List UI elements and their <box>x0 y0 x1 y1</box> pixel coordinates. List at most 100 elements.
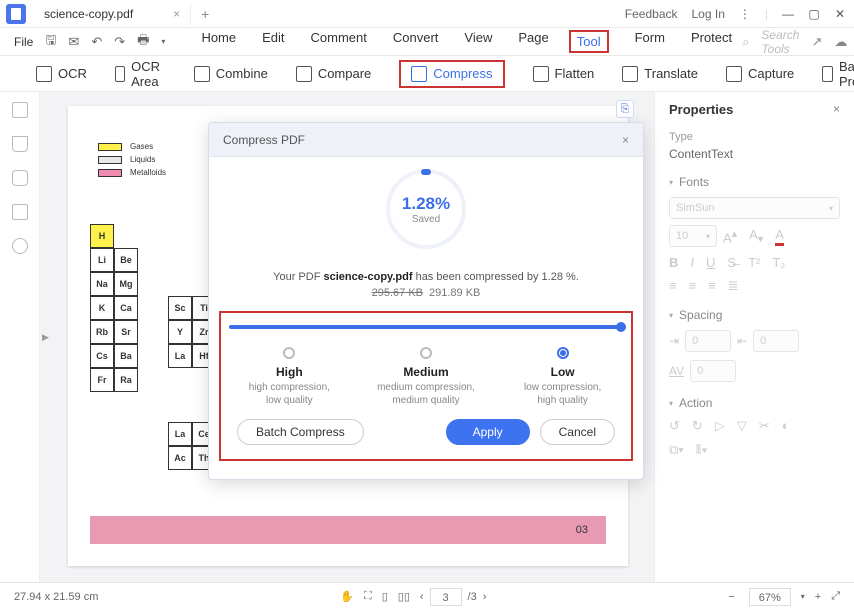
flip-v-icon[interactable]: ▽ <box>737 418 747 434</box>
font-size-select[interactable]: 10▾ <box>669 225 717 247</box>
close-panel-icon[interactable]: × <box>833 102 840 116</box>
compress-slider[interactable] <box>229 325 623 329</box>
bold-icon[interactable]: B <box>669 255 678 270</box>
fonts-section[interactable]: Fonts <box>669 175 840 189</box>
batch-process-button[interactable]: Batch Process <box>822 59 854 89</box>
bookmarks-icon[interactable] <box>12 136 28 152</box>
feedback-link[interactable]: Feedback <box>625 7 678 21</box>
single-page-icon[interactable]: ▯ <box>382 590 388 603</box>
maximize-icon[interactable]: ▢ <box>808 8 820 20</box>
thumbnails-icon[interactable] <box>12 102 28 118</box>
attachments-icon[interactable] <box>12 204 28 220</box>
menu-view[interactable]: View <box>464 30 492 53</box>
undo-icon[interactable]: ↶ <box>91 34 102 50</box>
zoom-in-icon[interactable]: + <box>815 591 821 603</box>
strike-icon[interactable]: S̶ <box>727 255 736 270</box>
menu-comment[interactable]: Comment <box>311 30 367 53</box>
zoom-out-icon[interactable]: − <box>728 591 734 603</box>
increase-font-icon[interactable]: A▴ <box>723 227 737 246</box>
menu-protect[interactable]: Protect <box>691 30 732 53</box>
legend: Gases Liquids Metalloids <box>98 142 166 181</box>
close-tab-icon[interactable]: × <box>173 7 180 21</box>
rotate-left-icon[interactable]: ↺ <box>669 418 680 434</box>
menu-page[interactable]: Page <box>518 30 548 53</box>
search-panel-icon[interactable] <box>12 238 28 254</box>
option-low[interactable]: Low low compression, high quality <box>498 347 628 407</box>
menu-tool[interactable]: Tool <box>569 30 609 53</box>
save-icon[interactable]: 🖫 <box>45 31 56 53</box>
minimize-icon[interactable]: — <box>782 8 794 20</box>
align-justify-icon[interactable]: ≣ <box>728 278 739 294</box>
continuous-icon[interactable]: ▯▯ <box>398 590 410 603</box>
action-section[interactable]: Action <box>669 396 840 410</box>
crop-icon[interactable]: ✂ <box>759 418 770 434</box>
char-spacing-input[interactable]: 0 <box>690 360 736 382</box>
search-icon[interactable]: ⌕ <box>742 34 749 50</box>
align-center-icon[interactable]: ≡ <box>689 278 697 294</box>
italic-icon[interactable]: I <box>690 255 694 270</box>
flatten-button[interactable]: Flatten <box>533 66 595 82</box>
arrange-icon[interactable]: ⧉▾ <box>669 442 684 458</box>
compress-button[interactable]: Compress <box>399 60 504 88</box>
cloud-icon[interactable]: ☁ <box>834 34 847 50</box>
legend-swatch <box>98 169 122 177</box>
left-indent-input[interactable]: 0 <box>685 330 731 352</box>
menu-edit[interactable]: Edit <box>262 30 284 53</box>
menu-bar: File 🖫 ✉ ↶ ↷ 🖶 ▾ Home Edit Comment Conve… <box>0 28 854 56</box>
comments-icon[interactable] <box>12 170 28 186</box>
hand-tool-icon[interactable]: ✋ <box>340 590 354 603</box>
option-high[interactable]: High high compression, low quality <box>224 347 354 407</box>
align-left-icon[interactable]: ≡ <box>669 278 677 294</box>
menu-form[interactable]: Form <box>635 30 665 53</box>
cancel-button[interactable]: Cancel <box>540 419 615 445</box>
font-color-icon[interactable]: A <box>775 227 784 246</box>
zoom-dropdown-icon[interactable]: ▾ <box>801 592 805 601</box>
align-right-icon[interactable]: ≡ <box>708 278 716 294</box>
superscript-icon[interactable]: T² <box>748 255 760 270</box>
compare-button[interactable]: Compare <box>296 66 371 82</box>
ocr-button[interactable]: OCR <box>36 66 87 82</box>
document-tab[interactable]: science-copy.pdf × <box>34 3 191 25</box>
rotate-right-icon[interactable]: ↻ <box>692 418 703 434</box>
more-icon[interactable]: ⋮ <box>739 7 751 21</box>
search-input[interactable]: Search Tools <box>761 28 799 56</box>
combine-button[interactable]: Combine <box>194 66 268 82</box>
periodic-table: H LiBe NaMg KCa RbSr CsBa FrRa <box>90 224 138 392</box>
next-page-icon[interactable]: › <box>483 591 487 603</box>
flip-h-icon[interactable]: ▷ <box>715 418 725 434</box>
dropdown-icon[interactable]: ▾ <box>161 37 165 46</box>
opacity-icon[interactable]: ◐ <box>782 418 790 434</box>
font-family-select[interactable]: SimSun▾ <box>669 197 840 219</box>
sidebar-expand-handle[interactable]: ▶ <box>42 332 49 343</box>
page-actions-icon[interactable]: ⎘ <box>616 100 634 118</box>
subscript-icon[interactable]: T₂ <box>772 255 785 270</box>
new-tab-button[interactable]: + <box>201 6 209 22</box>
menu-home[interactable]: Home <box>201 30 236 53</box>
underline-icon[interactable]: U <box>706 255 715 270</box>
translate-button[interactable]: Translate <box>622 66 698 82</box>
fullscreen-icon[interactable]: ⤢ <box>831 590 840 603</box>
option-medium[interactable]: Medium medium compression, medium qualit… <box>361 347 491 407</box>
mail-icon[interactable]: ✉ <box>68 34 79 50</box>
dialog-close-icon[interactable]: × <box>622 133 629 147</box>
capture-button[interactable]: Capture <box>726 66 794 82</box>
zoom-input[interactable]: 67% <box>749 588 791 606</box>
apply-button[interactable]: Apply <box>446 419 530 445</box>
page-number-input[interactable]: 3 <box>430 588 462 606</box>
close-icon[interactable]: ✕ <box>834 8 846 20</box>
file-menu[interactable]: File <box>14 35 33 49</box>
menu-convert[interactable]: Convert <box>393 30 439 53</box>
right-indent-input[interactable]: 0 <box>753 330 799 352</box>
compress-dialog: Compress PDF × 1.28% Saved Your PDF scie… <box>208 122 644 480</box>
spacing-section[interactable]: Spacing <box>669 308 840 322</box>
align-icon[interactable]: ⫴▾ <box>696 442 708 458</box>
batch-compress-button[interactable]: Batch Compress <box>237 419 364 445</box>
print-icon[interactable]: 🖶 <box>137 31 149 53</box>
decrease-font-icon[interactable]: A▾ <box>749 227 763 246</box>
redo-icon[interactable]: ↷ <box>114 34 125 50</box>
share-icon[interactable]: ↗ <box>811 34 822 50</box>
login-link[interactable]: Log In <box>692 7 725 21</box>
fit-page-icon[interactable]: ⛶ <box>364 590 372 603</box>
prev-page-icon[interactable]: ‹ <box>420 591 424 603</box>
ocr-area-button[interactable]: OCR Area <box>115 59 166 89</box>
